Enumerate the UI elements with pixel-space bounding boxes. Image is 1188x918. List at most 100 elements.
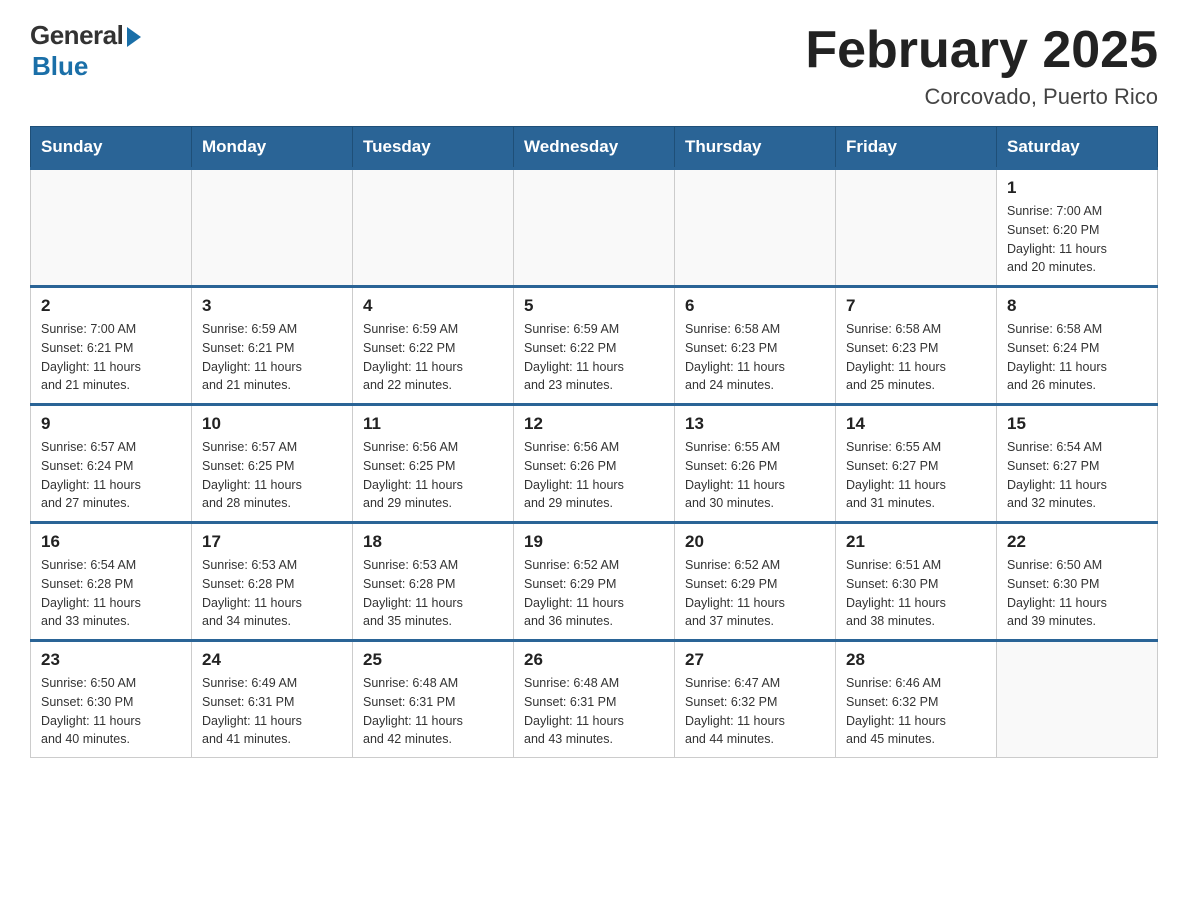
day-info: Sunrise: 6:59 AM Sunset: 6:21 PM Dayligh… bbox=[202, 320, 342, 395]
calendar-header: SundayMondayTuesdayWednesdayThursdayFrid… bbox=[31, 127, 1158, 169]
day-cell: 10 Sunrise: 6:57 AM Sunset: 6:25 PM Dayli… bbox=[192, 405, 353, 523]
day-info: Sunrise: 6:54 AM Sunset: 6:27 PM Dayligh… bbox=[1007, 438, 1147, 513]
day-cell: 18 Sunrise: 6:53 AM Sunset: 6:28 PM Dayli… bbox=[353, 523, 514, 641]
day-info: Sunrise: 6:55 AM Sunset: 6:26 PM Dayligh… bbox=[685, 438, 825, 513]
day-number: 24 bbox=[202, 650, 342, 670]
day-number: 16 bbox=[41, 532, 181, 552]
day-info: Sunrise: 6:54 AM Sunset: 6:28 PM Dayligh… bbox=[41, 556, 181, 631]
day-number: 13 bbox=[685, 414, 825, 434]
day-cell: 24 Sunrise: 6:49 AM Sunset: 6:31 PM Dayli… bbox=[192, 641, 353, 758]
day-info: Sunrise: 6:48 AM Sunset: 6:31 PM Dayligh… bbox=[524, 674, 664, 749]
logo-arrow-icon bbox=[127, 27, 141, 47]
day-number: 10 bbox=[202, 414, 342, 434]
day-cell: 22Sunrise: 6:50 AM Sunset: 6:30 PM Dayli… bbox=[997, 523, 1158, 641]
day-info: Sunrise: 6:58 AM Sunset: 6:23 PM Dayligh… bbox=[846, 320, 986, 395]
day-cell: 9 Sunrise: 6:57 AM Sunset: 6:24 PM Daylig… bbox=[31, 405, 192, 523]
day-cell: 2 Sunrise: 7:00 AM Sunset: 6:21 PM Daylig… bbox=[31, 287, 192, 405]
header-cell-thursday: Thursday bbox=[675, 127, 836, 169]
day-cell bbox=[997, 641, 1158, 758]
day-cell: 3 Sunrise: 6:59 AM Sunset: 6:21 PM Daylig… bbox=[192, 287, 353, 405]
day-info: Sunrise: 6:49 AM Sunset: 6:31 PM Dayligh… bbox=[202, 674, 342, 749]
day-number: 21 bbox=[846, 532, 986, 552]
day-info: Sunrise: 6:56 AM Sunset: 6:25 PM Dayligh… bbox=[363, 438, 503, 513]
day-cell: 4Sunrise: 6:59 AM Sunset: 6:22 PM Daylig… bbox=[353, 287, 514, 405]
header-cell-sunday: Sunday bbox=[31, 127, 192, 169]
day-cell: 1 Sunrise: 7:00 AM Sunset: 6:20 PM Daylig… bbox=[997, 169, 1158, 287]
day-number: 2 bbox=[41, 296, 181, 316]
day-number: 27 bbox=[685, 650, 825, 670]
day-number: 12 bbox=[524, 414, 664, 434]
logo: General Blue bbox=[30, 20, 141, 82]
week-row-2: 2 Sunrise: 7:00 AM Sunset: 6:21 PM Daylig… bbox=[31, 287, 1158, 405]
header-cell-tuesday: Tuesday bbox=[353, 127, 514, 169]
day-info: Sunrise: 7:00 AM Sunset: 6:21 PM Dayligh… bbox=[41, 320, 181, 395]
day-cell: 7 Sunrise: 6:58 AM Sunset: 6:23 PM Daylig… bbox=[836, 287, 997, 405]
day-cell: 12Sunrise: 6:56 AM Sunset: 6:26 PM Dayli… bbox=[514, 405, 675, 523]
day-number: 28 bbox=[846, 650, 986, 670]
day-info: Sunrise: 6:53 AM Sunset: 6:28 PM Dayligh… bbox=[202, 556, 342, 631]
calendar-subtitle: Corcovado, Puerto Rico bbox=[805, 84, 1158, 110]
week-row-5: 23Sunrise: 6:50 AM Sunset: 6:30 PM Dayli… bbox=[31, 641, 1158, 758]
day-number: 1 bbox=[1007, 178, 1147, 198]
day-cell: 26 Sunrise: 6:48 AM Sunset: 6:31 PM Dayli… bbox=[514, 641, 675, 758]
day-cell: 13 Sunrise: 6:55 AM Sunset: 6:26 PM Dayli… bbox=[675, 405, 836, 523]
day-info: Sunrise: 6:47 AM Sunset: 6:32 PM Dayligh… bbox=[685, 674, 825, 749]
day-number: 23 bbox=[41, 650, 181, 670]
day-cell: 5 Sunrise: 6:59 AM Sunset: 6:22 PM Daylig… bbox=[514, 287, 675, 405]
header-cell-monday: Monday bbox=[192, 127, 353, 169]
header-cell-friday: Friday bbox=[836, 127, 997, 169]
day-cell: 27 Sunrise: 6:47 AM Sunset: 6:32 PM Dayli… bbox=[675, 641, 836, 758]
day-cell: 21 Sunrise: 6:51 AM Sunset: 6:30 PM Dayli… bbox=[836, 523, 997, 641]
day-info: Sunrise: 6:53 AM Sunset: 6:28 PM Dayligh… bbox=[363, 556, 503, 631]
day-info: Sunrise: 6:52 AM Sunset: 6:29 PM Dayligh… bbox=[685, 556, 825, 631]
day-number: 19 bbox=[524, 532, 664, 552]
day-cell: 8 Sunrise: 6:58 AM Sunset: 6:24 PM Daylig… bbox=[997, 287, 1158, 405]
day-number: 8 bbox=[1007, 296, 1147, 316]
calendar-title: February 2025 bbox=[805, 20, 1158, 80]
day-number: 3 bbox=[202, 296, 342, 316]
day-cell: 11 Sunrise: 6:56 AM Sunset: 6:25 PM Dayli… bbox=[353, 405, 514, 523]
week-row-4: 16 Sunrise: 6:54 AM Sunset: 6:28 PM Dayli… bbox=[31, 523, 1158, 641]
day-cell: 28 Sunrise: 6:46 AM Sunset: 6:32 PM Dayli… bbox=[836, 641, 997, 758]
day-cell: 16 Sunrise: 6:54 AM Sunset: 6:28 PM Dayli… bbox=[31, 523, 192, 641]
day-number: 26 bbox=[524, 650, 664, 670]
day-info: Sunrise: 6:57 AM Sunset: 6:24 PM Dayligh… bbox=[41, 438, 181, 513]
day-cell: 20 Sunrise: 6:52 AM Sunset: 6:29 PM Dayli… bbox=[675, 523, 836, 641]
day-number: 18 bbox=[363, 532, 503, 552]
header: General Blue February 2025 Corcovado, Pu… bbox=[30, 20, 1158, 110]
day-info: Sunrise: 6:52 AM Sunset: 6:29 PM Dayligh… bbox=[524, 556, 664, 631]
day-number: 11 bbox=[363, 414, 503, 434]
day-number: 15 bbox=[1007, 414, 1147, 434]
day-info: Sunrise: 7:00 AM Sunset: 6:20 PM Dayligh… bbox=[1007, 202, 1147, 277]
day-cell: 23Sunrise: 6:50 AM Sunset: 6:30 PM Dayli… bbox=[31, 641, 192, 758]
day-cell: 25 Sunrise: 6:48 AM Sunset: 6:31 PM Dayli… bbox=[353, 641, 514, 758]
title-area: February 2025 Corcovado, Puerto Rico bbox=[805, 20, 1158, 110]
day-info: Sunrise: 6:55 AM Sunset: 6:27 PM Dayligh… bbox=[846, 438, 986, 513]
day-number: 20 bbox=[685, 532, 825, 552]
day-number: 7 bbox=[846, 296, 986, 316]
day-number: 22 bbox=[1007, 532, 1147, 552]
day-number: 25 bbox=[363, 650, 503, 670]
day-cell bbox=[675, 169, 836, 287]
day-info: Sunrise: 6:58 AM Sunset: 6:23 PM Dayligh… bbox=[685, 320, 825, 395]
day-cell bbox=[836, 169, 997, 287]
day-info: Sunrise: 6:48 AM Sunset: 6:31 PM Dayligh… bbox=[363, 674, 503, 749]
day-cell: 15 Sunrise: 6:54 AM Sunset: 6:27 PM Dayli… bbox=[997, 405, 1158, 523]
day-info: Sunrise: 6:57 AM Sunset: 6:25 PM Dayligh… bbox=[202, 438, 342, 513]
day-info: Sunrise: 6:51 AM Sunset: 6:30 PM Dayligh… bbox=[846, 556, 986, 631]
day-cell bbox=[514, 169, 675, 287]
day-info: Sunrise: 6:59 AM Sunset: 6:22 PM Dayligh… bbox=[524, 320, 664, 395]
header-cell-saturday: Saturday bbox=[997, 127, 1158, 169]
logo-blue-text: Blue bbox=[32, 51, 88, 82]
calendar-body: 1 Sunrise: 7:00 AM Sunset: 6:20 PM Daylig… bbox=[31, 169, 1158, 758]
day-number: 9 bbox=[41, 414, 181, 434]
day-info: Sunrise: 6:46 AM Sunset: 6:32 PM Dayligh… bbox=[846, 674, 986, 749]
day-cell bbox=[31, 169, 192, 287]
day-cell: 14Sunrise: 6:55 AM Sunset: 6:27 PM Dayli… bbox=[836, 405, 997, 523]
day-info: Sunrise: 6:58 AM Sunset: 6:24 PM Dayligh… bbox=[1007, 320, 1147, 395]
day-number: 5 bbox=[524, 296, 664, 316]
calendar-table: SundayMondayTuesdayWednesdayThursdayFrid… bbox=[30, 126, 1158, 758]
day-cell: 17Sunrise: 6:53 AM Sunset: 6:28 PM Dayli… bbox=[192, 523, 353, 641]
day-info: Sunrise: 6:59 AM Sunset: 6:22 PM Dayligh… bbox=[363, 320, 503, 395]
day-cell bbox=[192, 169, 353, 287]
